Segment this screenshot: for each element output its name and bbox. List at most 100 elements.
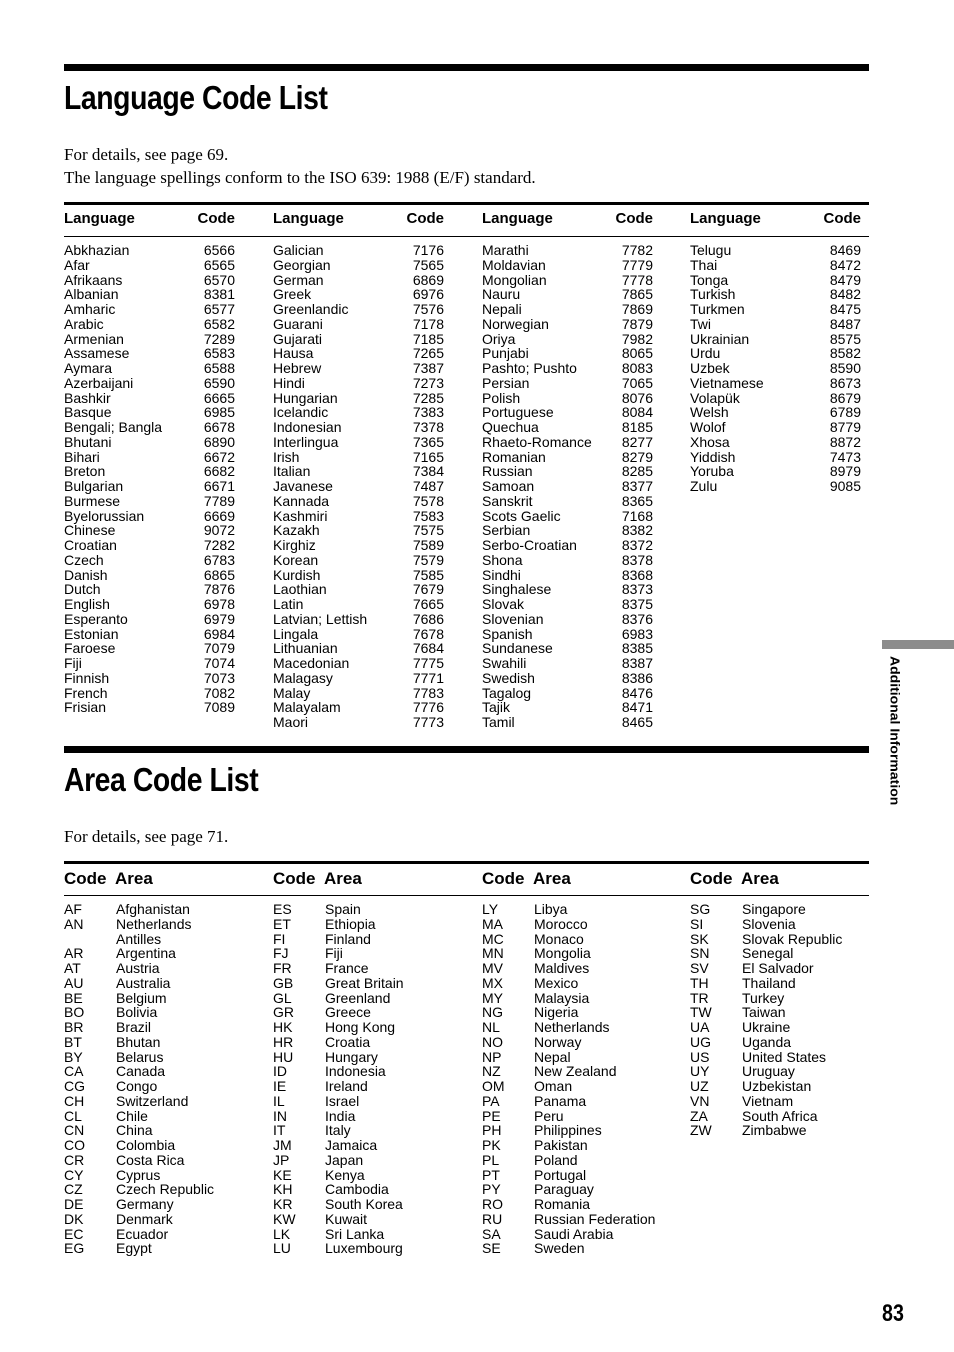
table-row: Marathi 7782 <box>482 243 653 258</box>
area-name: Belgium <box>116 989 167 1006</box>
table-row: Mongolian 7778 <box>482 272 653 288</box>
language-code: 6566 <box>203 242 235 258</box>
area-name: Thailand <box>742 974 796 991</box>
table-row: Turkish 8482 <box>690 287 861 302</box>
table-row: ZA South Africa <box>690 1108 890 1124</box>
area-name: Cambodia <box>325 1181 389 1198</box>
language-code: 7178 <box>412 315 444 332</box>
table-row: Volapük 8679 <box>690 389 861 406</box>
language-name: Polish <box>482 389 521 406</box>
language-code: 8277 <box>621 433 653 450</box>
language-name: Albanian <box>64 286 119 303</box>
area-code: SN <box>690 945 710 962</box>
area-code: CZ <box>64 1181 83 1198</box>
table-row: AR Argentina <box>64 946 264 961</box>
language-name: Laothian <box>273 581 327 598</box>
language-name: Lithuanian <box>273 640 338 657</box>
language-code: 8376 <box>621 610 653 627</box>
table-row: Afar 6565 <box>64 257 235 273</box>
area-code: HK <box>273 1019 293 1035</box>
area-code: MY <box>482 989 503 1006</box>
language-code: 8679 <box>829 389 861 406</box>
table-row: FR France <box>273 961 473 976</box>
area-name: Czech Republic <box>116 1181 215 1198</box>
table-row: BT Bhutan <box>64 1034 264 1050</box>
area-code: NZ <box>482 1063 501 1080</box>
language-name: Lingala <box>273 625 319 642</box>
area-name: Great Britain <box>325 974 404 991</box>
language-code: 7865 <box>621 286 653 303</box>
area-name: Indonesia <box>325 1063 386 1080</box>
language-code: 6669 <box>203 507 235 524</box>
area-name: Hong Kong <box>325 1019 396 1035</box>
table-row: Bihari 6672 <box>64 449 235 465</box>
table-row: KH Cambodia <box>273 1182 473 1197</box>
language-code: 7079 <box>203 640 235 657</box>
language-code: 8372 <box>621 537 653 553</box>
language-name: Interlingua <box>273 433 339 450</box>
area-code: UY <box>690 1063 710 1080</box>
table-row: SK Slovak Republic <box>690 931 890 947</box>
area-name: Ecuador <box>116 1225 169 1242</box>
area-code: IL <box>273 1092 285 1109</box>
table-row: Bengali; Bangla 6678 <box>64 420 235 435</box>
language-name: Kirghiz <box>273 537 316 553</box>
area-code: KH <box>273 1181 293 1198</box>
table-row: German 6869 <box>273 272 444 288</box>
table-row: NL Netherlands <box>482 1020 682 1035</box>
language-code: 7869 <box>621 301 653 317</box>
area-code: EC <box>64 1225 84 1242</box>
language-code: 8872 <box>829 433 861 450</box>
table-row: Uzbek 8590 <box>690 361 861 376</box>
language-code: 8471 <box>621 699 653 716</box>
language-name: Indonesian <box>273 419 342 435</box>
area-column-header: Code Area <box>64 869 264 889</box>
language-code: 6783 <box>203 551 235 568</box>
language-name: Ukrainian <box>690 330 750 347</box>
language-name: Aymara <box>64 360 112 376</box>
header-code: Code <box>406 210 445 227</box>
table-row: SA Saudi Arabia <box>482 1226 682 1242</box>
language-name: Frisian <box>64 699 107 716</box>
language-code: 7776 <box>412 699 444 716</box>
language-code: 7879 <box>621 315 653 332</box>
language-column-header: Language Code <box>690 210 861 228</box>
table-row: Fiji 7074 <box>64 656 235 671</box>
table-row: KE Kenya <box>273 1167 473 1183</box>
language-column-header: Language Code <box>64 210 235 228</box>
table-row: Serbian 8382 <box>482 523 653 538</box>
area-code: AF <box>64 901 82 917</box>
table-row: US United States <box>690 1049 890 1065</box>
table-row: Hebrew 7387 <box>273 361 444 376</box>
area-code: FJ <box>273 945 289 962</box>
table-row: Latvian; Lettish 7686 <box>273 611 444 627</box>
table-row: EC Ecuador <box>64 1225 264 1242</box>
language-name: Sundanese <box>482 640 553 657</box>
area-code: FI <box>273 930 286 947</box>
table-row: CH Switzerland <box>64 1092 264 1109</box>
language-code: 7565 <box>412 256 444 273</box>
table-row: CL Chile <box>64 1108 264 1124</box>
language-code: 8084 <box>621 404 653 421</box>
language-name: Irish <box>273 448 300 465</box>
table-row: Kashmiri 7583 <box>273 508 444 524</box>
area-table-header-rule <box>64 895 869 896</box>
area-name: Netherlands <box>534 1019 610 1035</box>
table-row: ES Spain <box>273 902 473 917</box>
table-row: GR Greece <box>273 1005 473 1020</box>
header-code: Code <box>482 869 525 888</box>
language-code: 8381 <box>203 286 235 303</box>
language-name: Yoruba <box>690 463 734 480</box>
area-code: CH <box>64 1092 85 1109</box>
language-column: Telugu 8469 Thai 8472 Tonga 8479 Turkish 8482 Tu… <box>690 243 861 494</box>
language-intro-line2: The language spellings conform to the IS… <box>64 168 536 187</box>
language-code: 7384 <box>412 463 444 480</box>
language-code: 7678 <box>412 625 444 642</box>
language-name: Serbian <box>482 522 531 539</box>
language-code: 7779 <box>621 256 653 273</box>
table-row: Rhaeto-Romance 8277 <box>482 433 653 450</box>
area-column: AF Afghanistan AN Netherlands Antilles AR Arge… <box>64 902 264 1256</box>
language-code: 7589 <box>412 537 444 553</box>
area-code: PH <box>482 1122 502 1139</box>
table-row: Macedonian 7775 <box>273 656 444 671</box>
